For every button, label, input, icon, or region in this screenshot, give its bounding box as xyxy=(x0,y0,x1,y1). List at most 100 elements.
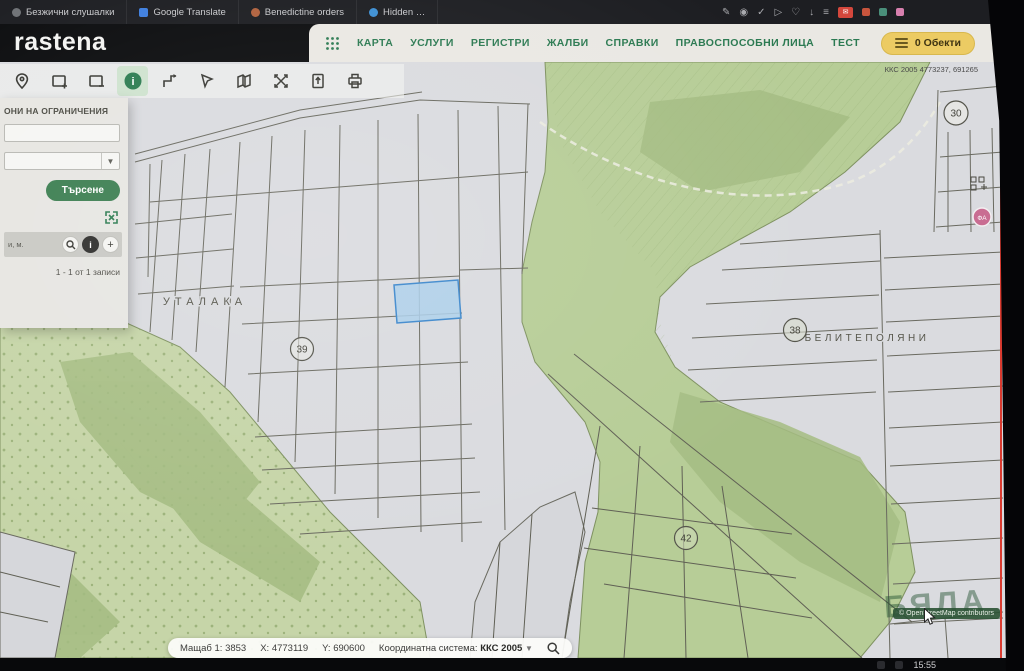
filter-input[interactable] xyxy=(4,124,120,142)
map-circle-38[interactable]: 38 xyxy=(784,319,807,342)
tab-title: Hidden … xyxy=(383,7,425,18)
tab-title: Безжични слушалки xyxy=(26,7,114,18)
translate-favicon xyxy=(139,8,148,17)
result-info-button[interactable]: i xyxy=(82,236,99,253)
tab-title: Google Translate xyxy=(153,7,225,18)
crs-readout: Координатна система: ККС 2005 ▼ xyxy=(379,643,533,654)
svg-text:38: 38 xyxy=(789,326,801,337)
y-readout: Y: 690600 xyxy=(322,643,365,654)
chevron-down-icon[interactable]: ▼ xyxy=(525,644,533,653)
download-icon[interactable]: ↓ xyxy=(809,7,814,18)
map-canvas[interactable]: УТАЛАКА БЕЛИТЕПОЛЯНИ 30 38 39 42 xyxy=(0,62,1010,658)
svg-text:i: i xyxy=(131,76,134,88)
extension-icon[interactable] xyxy=(879,8,887,16)
search-icon xyxy=(66,240,76,250)
nav-spravki[interactable]: СПРАВКИ xyxy=(606,37,659,49)
browser-tab[interactable]: Benedictine orders xyxy=(239,0,357,24)
browser-tab[interactable]: Google Translate xyxy=(127,0,238,24)
filter-select[interactable]: ▼ xyxy=(4,152,120,170)
menu-icon xyxy=(895,38,908,48)
marker-tool-button[interactable] xyxy=(6,66,37,96)
zoom-in-box-icon xyxy=(49,71,69,91)
tab-title: Benedictine orders xyxy=(265,7,344,18)
svg-text:ФА: ФА xyxy=(977,215,987,222)
zoom-out-box-icon xyxy=(86,71,106,91)
nav-registri[interactable]: РЕГИСТРИ xyxy=(471,37,530,49)
crs-select[interactable]: ККС 2005 xyxy=(480,643,522,654)
select-arrow-button[interactable] xyxy=(191,66,222,96)
browser-tab[interactable]: Hidden … xyxy=(357,0,438,24)
clock: 15:55 xyxy=(913,660,936,670)
zoom-in-box-button[interactable] xyxy=(43,66,74,96)
info-icon: i xyxy=(123,71,143,91)
heart-icon[interactable]: ♡ xyxy=(791,7,800,18)
export-page-button[interactable] xyxy=(302,66,333,96)
pan-arrows-icon xyxy=(271,71,291,91)
app-logo[interactable]: rastena xyxy=(0,24,309,62)
browser-extensions: ✎ ◉ ✓ ▷ ♡ ↓ ≡ ✉ xyxy=(722,7,1024,18)
statusbar-search-button[interactable] xyxy=(547,642,560,655)
map-circle-39[interactable]: 39 xyxy=(291,338,314,361)
result-row-label: и, м. xyxy=(8,240,59,249)
search-button[interactable]: Търсене xyxy=(46,180,120,201)
browser-tab-bar: Безжични слушалки Google Translate Bened… xyxy=(0,0,1024,24)
tab-favicon xyxy=(369,8,378,17)
nav-zhalbi[interactable]: ЖАЛБИ xyxy=(547,37,589,49)
extension-icon[interactable] xyxy=(896,8,904,16)
browser-tab[interactable]: Безжични слушалки xyxy=(0,0,127,24)
info-tool-button[interactable]: i xyxy=(117,66,148,96)
camera-icon[interactable]: ◉ xyxy=(739,7,748,18)
pan-arrows-button[interactable] xyxy=(265,66,296,96)
objects-button-label: 0 Обекти xyxy=(915,37,961,49)
x-readout: X: 4773119 xyxy=(260,643,308,654)
zoom-out-box-button[interactable] xyxy=(80,66,111,96)
check-icon[interactable]: ✓ xyxy=(757,7,765,18)
taskbar-icon[interactable] xyxy=(877,661,885,669)
expand-results-control[interactable] xyxy=(4,211,122,224)
measure-path-icon xyxy=(160,71,180,91)
taskbar-icon[interactable] xyxy=(895,661,903,669)
monitor-screen: Безжични слушалки Google Translate Bened… xyxy=(0,0,1024,671)
zoom-to-result-button[interactable] xyxy=(62,236,79,253)
print-icon xyxy=(345,71,365,91)
svg-text:39: 39 xyxy=(296,345,308,356)
nav-pravosposobni-litsa[interactable]: ПРАВОСПОСОБНИ ЛИЦА xyxy=(676,37,814,49)
nav-test[interactable]: ТЕСТ xyxy=(831,37,860,49)
mail-icon[interactable]: ✉ xyxy=(838,7,853,18)
tab-favicon xyxy=(12,8,21,17)
app-header: rastena КАРТА УСЛУГИ РЕГИСТРИ ЖАЛБИ СПРА… xyxy=(0,24,1024,62)
nav-karta[interactable]: КАРТА xyxy=(357,37,393,49)
result-row[interactable]: и, м. i + xyxy=(4,232,122,257)
extension-icon[interactable] xyxy=(862,8,870,16)
selected-parcel[interactable] xyxy=(394,280,461,323)
nav-uslugi[interactable]: УСЛУГИ xyxy=(410,37,454,49)
os-taskbar: 15:55 xyxy=(0,658,1024,671)
marker-icon xyxy=(12,71,32,91)
legend-map-button[interactable] xyxy=(228,66,259,96)
area-label-belitepolyani: БЕЛИТЕПОЛЯНИ xyxy=(805,333,930,344)
map-circle-30[interactable]: 30 xyxy=(944,101,968,125)
send-icon[interactable]: ▷ xyxy=(774,7,782,18)
export-page-icon xyxy=(308,71,328,91)
map-status-bar: Мащаб 1: 3853 X: 4773119 Y: 690600 Коорд… xyxy=(168,638,572,658)
map-circle-42[interactable]: 42 xyxy=(675,527,698,550)
tab-favicon xyxy=(251,8,260,17)
add-result-button[interactable]: + xyxy=(102,236,119,253)
chevron-down-icon[interactable]: ▼ xyxy=(101,153,119,169)
edit-icon[interactable]: ✎ xyxy=(722,7,730,18)
svg-text:42: 42 xyxy=(680,534,692,545)
poi-marker[interactable]: ФА xyxy=(973,208,991,226)
apps-grid-icon[interactable] xyxy=(325,36,340,51)
osm-attribution: © OpenStreetMap contributors xyxy=(893,608,1000,619)
tune-icon[interactable]: ≡ xyxy=(823,7,829,18)
print-button[interactable] xyxy=(339,66,370,96)
main-nav: КАРТА УСЛУГИ РЕГИСТРИ ЖАЛБИ СПРАВКИ ПРАВ… xyxy=(309,24,1024,62)
panel-title: ОНИ НА ОГРАНИЧЕНИЯ xyxy=(4,106,122,116)
scale-readout: Мащаб 1: 3853 xyxy=(180,643,246,654)
cadastral-map[interactable]: УТАЛАКА БЕЛИТЕПОЛЯНИ 30 38 39 42 xyxy=(0,62,1010,658)
expand-icon xyxy=(105,211,118,224)
mouse-cursor xyxy=(924,608,936,625)
cursor-coords: ККС 2005 4773237, 691265 xyxy=(885,65,978,74)
measure-path-button[interactable] xyxy=(154,66,185,96)
objects-button[interactable]: 0 Обекти xyxy=(881,32,975,55)
